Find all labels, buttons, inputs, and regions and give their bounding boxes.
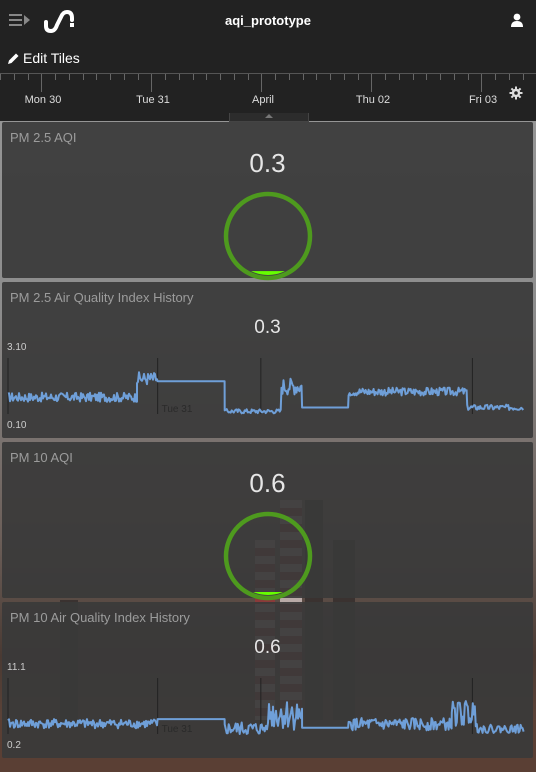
timeline-tick [110, 74, 111, 80]
timeline-tick [14, 74, 15, 80]
aqi-gauge [223, 191, 313, 281]
app-title: aqi_prototype [225, 13, 311, 28]
timeline-day-label: April [251, 94, 275, 106]
timeline-tick [440, 74, 441, 80]
timeline-tick [151, 74, 152, 92]
timeline-tick [344, 74, 345, 80]
history-series-line [7, 700, 525, 735]
timeline-day-label: Tue 31 [136, 94, 170, 106]
timeline-tick [55, 74, 56, 80]
timeline-tick [96, 74, 97, 80]
pencil-icon [8, 53, 19, 64]
y-axis-max-label: 3.10 [7, 342, 27, 353]
timeline-tick [206, 74, 207, 80]
timeline-day-label: Mon 30 [24, 94, 62, 106]
tile-value: 0.3 [249, 148, 286, 178]
tile-value: 0.6 [249, 468, 286, 498]
edit-tiles-button[interactable]: Edit Tiles [7, 50, 80, 66]
timeline-tick [220, 74, 221, 80]
tile-pm10-history: PM 10 Air Quality Index History 0.6 11.1… [2, 602, 533, 758]
pm25-history-chart[interactable]: Tue 31 [6, 356, 530, 416]
timeline-tick [481, 74, 482, 92]
timeline-tick [358, 74, 359, 80]
timeline-tick [316, 74, 317, 80]
tile-pm25-aqi: PM 2.5 AQI 0.3 [2, 122, 533, 281]
timeline-tick [399, 74, 400, 80]
history-series-line [7, 371, 525, 415]
timeline-tick [495, 74, 496, 80]
timeline-tick [0, 74, 1, 80]
edit-tiles-label: Edit Tiles [23, 50, 80, 66]
aqi-gauge [223, 511, 313, 601]
gauge-fill [229, 592, 307, 595]
pm10-history-chart[interactable]: Tue 31 [6, 676, 530, 736]
timeline-tick [385, 74, 386, 80]
timeline-day-label: Fri 03 [468, 94, 498, 106]
timeline-tick [303, 74, 304, 80]
timeline-tick [193, 74, 194, 80]
timeline-tick [289, 74, 290, 80]
timeline-tick [371, 74, 372, 92]
timeline-tick [275, 74, 276, 80]
timeline-tick [468, 74, 469, 80]
y-axis-min-label: 0.2 [7, 740, 21, 751]
timeline-tick [330, 74, 331, 80]
chart-day-label: Tue 31 [162, 404, 193, 415]
timeline-tick [138, 74, 139, 80]
gauge-fill [229, 271, 307, 275]
timeline-tick [248, 74, 249, 80]
tile-title: PM 10 AQI [10, 450, 73, 465]
timeline-tick [165, 74, 166, 80]
timeline-tick [28, 74, 29, 80]
timeline-tick [234, 74, 235, 80]
timeline-tick [509, 74, 510, 80]
edit-toolbar: Edit Tiles [0, 42, 536, 73]
tile-pm10-aqi: PM 10 AQI 0.6 [2, 442, 533, 601]
timeline-tick [69, 74, 70, 80]
timeline-day-label: Thu 02 [355, 94, 391, 106]
tile-title: PM 2.5 Air Quality Index History [10, 290, 194, 305]
user-icon[interactable] [510, 13, 524, 27]
timeline-tick [261, 74, 262, 92]
y-axis-max-label: 11.1 [7, 662, 26, 673]
timeline-tick [426, 74, 427, 80]
top-bar: aqi_prototype [0, 0, 536, 42]
timeline-tick [41, 74, 42, 92]
tile-pm25-history: PM 2.5 Air Quality Index History 0.3 3.1… [2, 282, 533, 438]
tile-title: PM 10 Air Quality Index History [10, 610, 190, 625]
timeline-tick [413, 74, 414, 80]
timeline-tick [124, 74, 125, 80]
gauge-ring [223, 191, 313, 281]
gauge-ring [223, 511, 313, 601]
timeline-tick [83, 74, 84, 80]
collapse-timeline-button[interactable] [229, 113, 309, 122]
timeline-tick [454, 74, 455, 80]
tile-title: PM 2.5 AQI [10, 130, 77, 145]
timeline-tick [179, 74, 180, 80]
timeline-tick [523, 74, 524, 80]
gear-icon[interactable] [509, 86, 523, 100]
tile-value: 0.3 [254, 317, 281, 338]
tile-value: 0.6 [254, 637, 281, 658]
y-axis-min-label: 0.10 [7, 420, 27, 431]
chart-day-label: Tue 31 [162, 724, 193, 735]
